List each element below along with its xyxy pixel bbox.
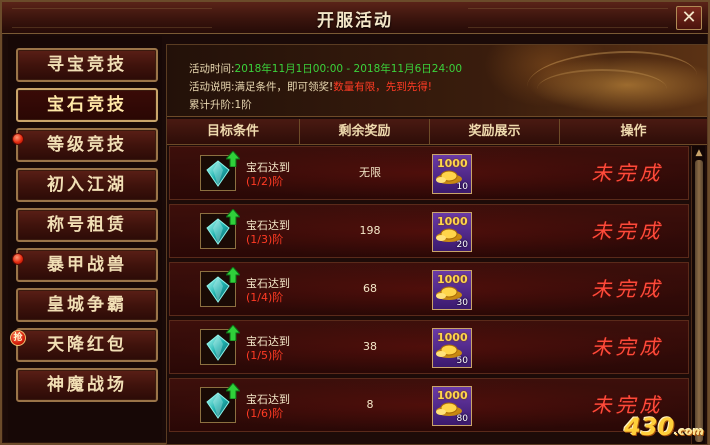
- column-header-target: 目标条件: [167, 119, 300, 145]
- sidebar-item-label: 等级竞技: [47, 135, 127, 155]
- sidebar-item-label: 寻宝竞技: [47, 55, 127, 75]
- window-title: 开服活动: [317, 11, 393, 31]
- sidebar-item-gem-competition[interactable]: 宝石竞技: [16, 88, 158, 122]
- event-description-text: 满足条件，即可领奖!: [234, 81, 334, 93]
- sidebar-item-label: 暴甲战兽: [47, 255, 127, 275]
- table-row: 宝石达到 (1/2)阶 无限 1000 10 未完成: [169, 146, 689, 200]
- sidebar-item-newcomer[interactable]: 初入江湖: [16, 168, 158, 202]
- table-row: 宝石达到 (1/5)阶 38 1000 50 未完成: [169, 320, 689, 374]
- event-description-label: 活动说明:: [189, 81, 235, 93]
- green-up-arrow-icon: [224, 324, 242, 342]
- sidebar-item-label: 宝石竞技: [47, 95, 127, 115]
- target-level: (1/4)阶: [246, 291, 284, 304]
- sidebar-item-treasure-competition[interactable]: 寻宝竞技: [16, 48, 158, 82]
- sidebar-item-red-packet[interactable]: 抢 天降红包: [10, 328, 158, 362]
- table-row: 宝石达到 (1/6)阶 8 1000 80 未完成: [169, 378, 689, 432]
- table-header: 目标条件 剩余奖励 奖励展示 操作: [167, 119, 707, 145]
- status-label: 未完成: [591, 161, 664, 185]
- reward-count: 30: [456, 298, 468, 308]
- reward-count: 10: [456, 182, 468, 192]
- sidebar-item-title-rental[interactable]: 称号租赁: [16, 208, 158, 242]
- target-level: (1/2)阶: [246, 175, 284, 188]
- event-time-label: 活动时间:: [189, 63, 235, 75]
- watermark-text: 430: [624, 413, 675, 441]
- notification-dot-icon: [12, 133, 24, 145]
- green-up-arrow-icon: [224, 150, 242, 168]
- progress-label: 累计升阶:: [189, 99, 235, 111]
- table-row: 宝石达到 (1/4)阶 68 1000 30 未完成: [169, 262, 689, 316]
- sidebar-item-label: 皇城争霸: [47, 295, 127, 315]
- title-bar: 开服活动 ✕: [2, 2, 708, 34]
- green-up-arrow-icon: [224, 266, 242, 284]
- sidebar-item-armored-beast[interactable]: 暴甲战兽: [12, 248, 158, 282]
- status-label: 未完成: [591, 335, 664, 359]
- column-header-reward: 奖励展示: [430, 119, 560, 145]
- sidebar-item-level-competition[interactable]: 等级竞技: [12, 128, 158, 162]
- remaining-count: 无限: [359, 166, 381, 179]
- target-level: (1/6)阶: [246, 407, 284, 420]
- sidebar-item-city-battle[interactable]: 皇城争霸: [16, 288, 158, 322]
- event-time-line: 活动时间:2018年11月1日00:00 - 2018年11月6日24:00: [189, 61, 462, 76]
- sidebar-item-label: 天降红包: [47, 335, 127, 355]
- sidebar-item-label: 称号租赁: [47, 215, 127, 235]
- reward-count: 80: [456, 414, 468, 424]
- event-banner: 活动时间:2018年11月1日00:00 - 2018年11月6日24:00 活…: [167, 45, 707, 117]
- column-header-action: 操作: [620, 124, 647, 139]
- site-watermark: 430.com: [624, 413, 704, 441]
- sidebar-item-label: 神魔战场: [47, 375, 127, 395]
- remaining-count: 38: [363, 340, 377, 353]
- sidebar-item-label: 初入江湖: [47, 175, 127, 195]
- reward-item[interactable]: 1000 30: [432, 270, 472, 310]
- target-level: (1/3)阶: [246, 233, 284, 246]
- remaining-count: 68: [363, 282, 377, 295]
- table-row: 宝石达到 (1/3)阶 198 1000 20 未完成: [169, 204, 689, 258]
- status-label: 未完成: [591, 219, 664, 243]
- reward-count: 20: [456, 240, 468, 250]
- watermark-suffix: .com: [674, 425, 704, 438]
- progress-value: 1阶: [234, 99, 252, 111]
- grab-badge-icon: 抢: [10, 330, 26, 346]
- event-time-value: 2018年11月1日00:00 - 2018年11月6日24:00: [234, 63, 463, 75]
- target-level: (1/5)阶: [246, 349, 284, 362]
- scroll-up-arrow-icon[interactable]: ▲: [694, 148, 704, 158]
- reward-item[interactable]: 1000 80: [432, 386, 472, 426]
- green-up-arrow-icon: [224, 382, 242, 400]
- reward-item[interactable]: 1000 50: [432, 328, 472, 368]
- status-label: 未完成: [591, 277, 664, 301]
- scroll-thumb[interactable]: [695, 160, 703, 442]
- reward-item[interactable]: 1000 20: [432, 212, 472, 252]
- reward-item[interactable]: 1000 10: [432, 154, 472, 194]
- event-description-highlight: 数量有限，先到先得!: [333, 81, 432, 93]
- reward-count: 50: [456, 356, 468, 366]
- remaining-count: 198: [359, 224, 381, 237]
- scrollbar[interactable]: ▲: [691, 146, 705, 444]
- event-window: 开服活动 ✕ 寻宝竞技 宝石竞技 等级竞技 初入江湖 称号租赁 暴甲战兽 皇城争…: [0, 0, 710, 445]
- close-button[interactable]: ✕: [676, 6, 702, 30]
- remaining-count: 8: [366, 398, 374, 411]
- content-panel: 活动时间:2018年11月1日00:00 - 2018年11月6日24:00 活…: [166, 44, 708, 445]
- reward-list: 宝石达到 (1/2)阶 无限 1000 10 未完成 宝石达到 (1/3)阶 198 1000 20…: [167, 146, 691, 445]
- progress-line: 累计升阶:1阶: [189, 97, 252, 112]
- sidebar-item-god-demon-battlefield[interactable]: 神魔战场: [16, 368, 158, 402]
- sidebar: 寻宝竞技 宝石竞技 等级竞技 初入江湖 称号租赁 暴甲战兽 皇城争霸 抢 天降红…: [8, 36, 162, 442]
- event-description-line: 活动说明:满足条件，即可领奖!数量有限，先到先得!: [189, 79, 432, 94]
- banner-swirl-decoration: [537, 69, 667, 109]
- column-header-remaining: 剩余奖励: [300, 119, 430, 145]
- notification-dot-icon: [12, 253, 24, 265]
- green-up-arrow-icon: [224, 208, 242, 226]
